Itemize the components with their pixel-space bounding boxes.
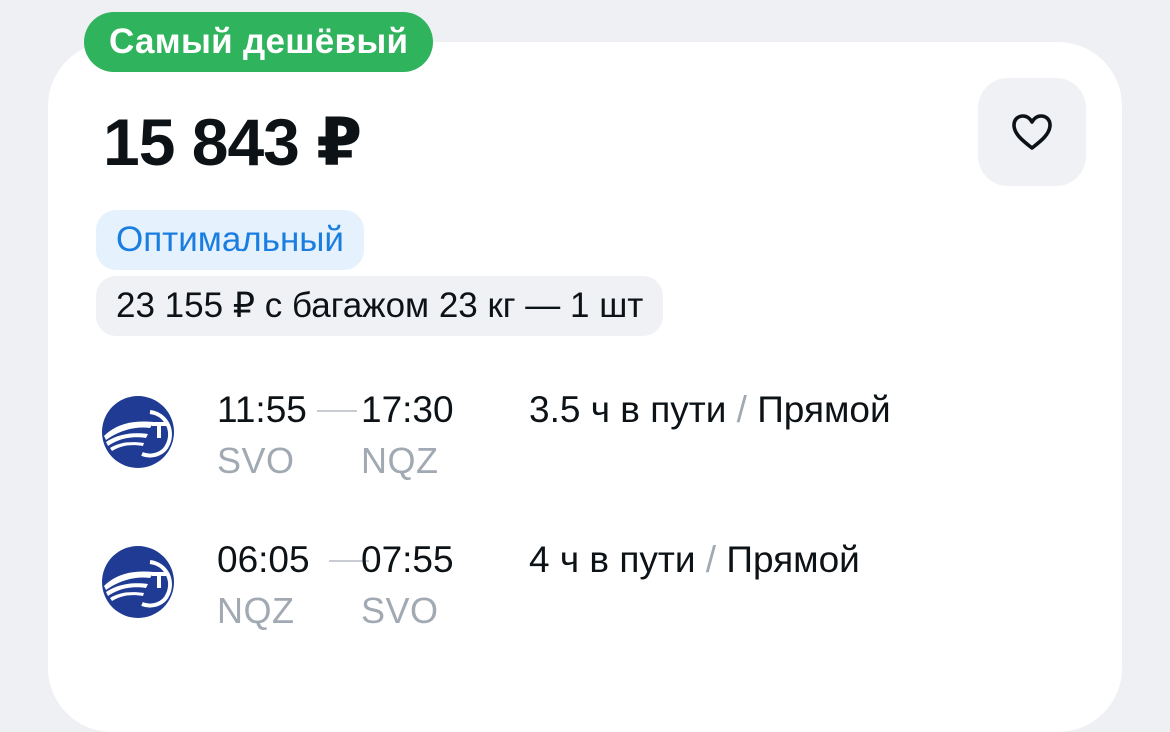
arrival-time: 17:30	[361, 389, 454, 430]
time-dash	[317, 410, 357, 412]
departure-time: 11:55	[217, 389, 307, 430]
airline-logo	[102, 396, 174, 468]
arrival-airport-code: SVO	[361, 590, 439, 631]
separator: /	[705, 539, 717, 580]
arrival-time: 07:55	[361, 539, 454, 580]
arrival-airport-code: NQZ	[361, 440, 439, 481]
departure-airport-code: NQZ	[217, 590, 295, 631]
baggage-offer[interactable]: 23 155 ₽ с багажом 23 кг — 1 шт	[96, 276, 664, 336]
duration-text: 4 ч в пути	[529, 539, 696, 580]
flight-type: Прямой	[726, 539, 860, 580]
flight-duration: 3.5 ч в пути / Прямой	[529, 387, 891, 433]
cheapest-badge: Самый дешёвый	[84, 12, 434, 72]
departure-airport-code: SVO	[217, 440, 295, 481]
airline-logo	[102, 546, 174, 618]
heart-outline-icon	[1012, 114, 1052, 150]
tariff-label[interactable]: Оптимальный	[96, 210, 364, 270]
duration-text: 3.5 ч в пути	[529, 389, 727, 430]
flight-type: Прямой	[757, 389, 891, 430]
departure-time: 06:05	[217, 539, 310, 580]
separator: /	[736, 389, 747, 430]
flight-duration: 4 ч в пути / Прямой	[529, 537, 860, 583]
favorite-button[interactable]	[978, 78, 1086, 186]
ticket-price: 15 843 ₽	[103, 105, 362, 179]
